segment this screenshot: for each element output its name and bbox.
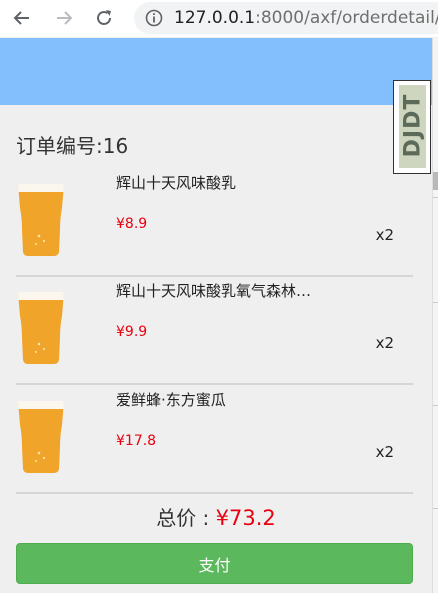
scrollbar-tick: [433, 302, 438, 303]
header-band: [0, 38, 432, 105]
address-host: 127.0.0.1: [174, 8, 256, 28]
scrollbar-thumb[interactable]: [433, 172, 438, 190]
address-text: 127.0.0.1:8000/axf/orderdetail/: [174, 6, 438, 30]
info-icon[interactable]: [144, 8, 164, 28]
order-item: 辉山十天风味酸乳氧气森林… ¥9.9 x2: [16, 276, 413, 385]
address-path: :8000/axf/orderdetail/: [255, 8, 438, 28]
item-price: ¥8.9: [116, 216, 148, 232]
beer-glass-icon: [18, 292, 64, 364]
order-number: 订单编号:16: [16, 134, 129, 158]
back-button[interactable]: [8, 4, 36, 32]
item-name: 辉山十天风味酸乳氧气森林…: [116, 282, 312, 300]
order-total: 总价 : ¥73.2: [0, 502, 432, 531]
order-item: 辉山十天风味酸乳 ¥8.9 x2: [16, 168, 413, 277]
order-item: 爱鲜蜂·东方蜜瓜 ¥17.8 x2: [16, 385, 413, 494]
item-divider: [16, 492, 413, 494]
djdt-logo-text: DJDT: [400, 93, 426, 158]
item-price: ¥9.9: [116, 324, 148, 340]
item-quantity: x2: [375, 334, 394, 352]
total-label: 总价 :: [156, 506, 216, 530]
beer-glass-icon: [18, 184, 64, 256]
item-name: 辉山十天风味酸乳: [116, 174, 237, 192]
item-name: 爱鲜蜂·东方蜜瓜: [116, 391, 226, 409]
item-price: ¥17.8: [116, 433, 157, 449]
scrollbar-tick: [433, 508, 438, 509]
forward-button[interactable]: [50, 4, 78, 32]
back-arrow-icon: [13, 11, 29, 25]
forward-arrow-icon: [57, 11, 73, 25]
item-quantity: x2: [375, 226, 394, 244]
item-quantity: x2: [375, 443, 394, 461]
djdt-logo: DJDT: [399, 85, 426, 168]
total-value: ¥73.2: [215, 506, 276, 530]
djdt-toolbar-handle[interactable]: DJDT: [393, 80, 431, 174]
reload-icon: [97, 10, 111, 25]
address-bar[interactable]: 127.0.0.1:8000/axf/orderdetail/: [134, 2, 438, 34]
scrollbar-tick: [433, 197, 438, 198]
browser-toolbar: 127.0.0.1:8000/axf/orderdetail/: [0, 0, 438, 37]
scrollbar[interactable]: [432, 38, 438, 593]
beer-glass-icon: [18, 401, 64, 473]
reload-button[interactable]: [90, 4, 118, 32]
scrollbar-tick: [433, 405, 438, 406]
pay-button[interactable]: 支付: [16, 543, 413, 584]
